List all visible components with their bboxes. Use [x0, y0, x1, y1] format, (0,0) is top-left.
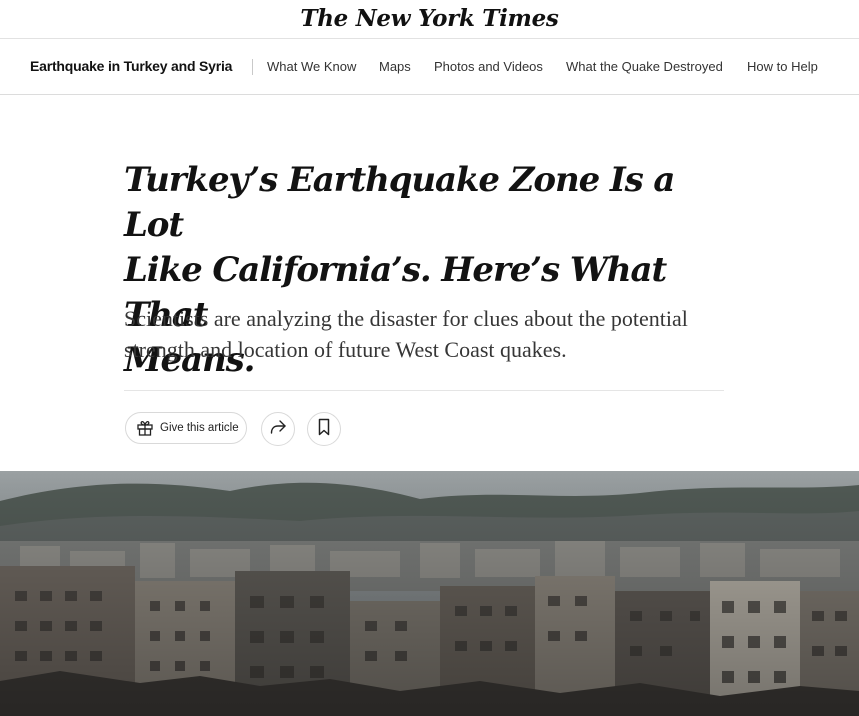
nav-link-how-to-help[interactable]: How to Help [747, 59, 818, 74]
give-article-button[interactable]: Give this article [125, 412, 247, 444]
masthead: The New York Times [0, 0, 859, 39]
nyt-logo[interactable]: The New York Times [300, 5, 558, 32]
bookmark-icon [316, 418, 332, 441]
hero-image [0, 471, 859, 716]
nav-link-what-we-know[interactable]: What We Know [267, 59, 356, 74]
share-icon [269, 418, 287, 441]
summary-line: Scientists are analyzing the disaster fo… [124, 306, 688, 331]
gift-icon [136, 419, 154, 437]
summary-line: strength and location of future West Coa… [124, 337, 567, 362]
save-bookmark-button[interactable] [307, 412, 341, 446]
headline-line: Turkey’s Earthquake Zone Is a Lot [124, 160, 675, 245]
nav-section-title[interactable]: Earthquake in Turkey and Syria [30, 58, 232, 74]
header-divider [124, 390, 724, 391]
nav-divider [252, 59, 253, 75]
share-button[interactable] [261, 412, 295, 446]
article-summary: Scientists are analyzing the disaster fo… [124, 303, 734, 365]
nav-link-quake-destroyed[interactable]: What the Quake Destroyed [566, 59, 723, 74]
section-nav: Earthquake in Turkey and Syria What We K… [0, 39, 859, 95]
nav-link-maps[interactable]: Maps [379, 59, 411, 74]
give-article-label: Give this article [160, 422, 239, 434]
nav-link-photos-videos[interactable]: Photos and Videos [434, 59, 543, 74]
